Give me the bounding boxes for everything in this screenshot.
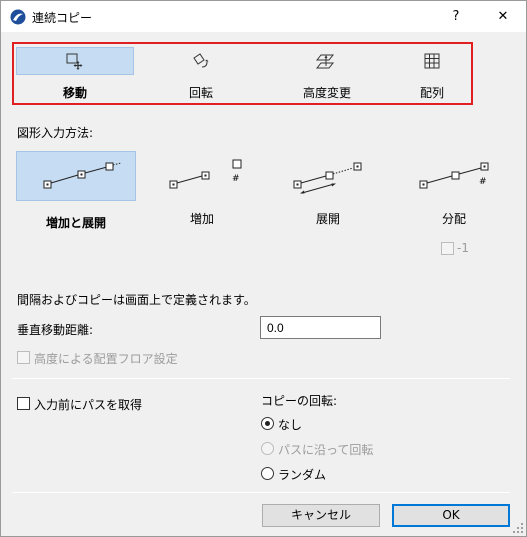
spread-icon <box>293 162 362 194</box>
title-bar: 連続コピー ? ✕ <box>1 1 526 32</box>
separator <box>12 378 510 379</box>
array-grid-icon <box>394 47 470 75</box>
tab-array-label: 配列 <box>419 86 444 100</box>
method-distribute-label: 分配 <box>441 212 466 226</box>
resize-grip-icon[interactable] <box>512 522 524 534</box>
transform-type-tabs: 移動 回転 高度変更 配列 <box>12 42 473 105</box>
tab-elevate-label: 高度変更 <box>302 86 351 100</box>
vertical-distance-input[interactable] <box>260 316 381 339</box>
method-spread-label: 展開 <box>315 212 340 226</box>
tab-array[interactable]: 配列 <box>394 44 470 103</box>
app-logo-icon <box>10 9 26 25</box>
move-icon <box>16 47 134 75</box>
close-button[interactable]: ✕ <box>488 7 518 27</box>
rotation-along-path-label: パスに沿って回転 <box>278 443 374 457</box>
distribute-marker: # <box>479 177 487 187</box>
increment-marker: # <box>232 174 240 184</box>
input-method-label: 図形入力方法: <box>17 126 94 140</box>
method-increment-and-spread-label: 増加と展開 <box>45 216 106 230</box>
rotation-random-radio[interactable] <box>261 467 274 480</box>
tab-move-label: 移動 <box>62 86 87 100</box>
method-spread[interactable] <box>268 151 388 201</box>
vertical-distance-label: 垂直移動距離: <box>17 323 94 337</box>
floor-placement-label: 高度による配置フロア設定 <box>34 352 178 366</box>
minus-one-checkbox[interactable] <box>441 242 454 255</box>
window-title: 連続コピー <box>32 11 93 25</box>
rotation-none-label: なし <box>278 418 303 432</box>
tab-move[interactable]: 移動 <box>16 44 134 103</box>
minus-one-label: -1 <box>457 241 469 255</box>
cancel-button[interactable]: キャンセル <box>262 504 380 527</box>
bottom-separator <box>12 492 510 493</box>
distribute-icon: # <box>419 162 489 189</box>
rotate-icon <box>142 47 260 75</box>
ok-button[interactable]: OK <box>392 504 510 527</box>
floor-placement-checkbox[interactable] <box>17 351 30 364</box>
path-before-input-checkbox[interactable] <box>17 397 30 410</box>
copy-rotation-label: コピーの回転: <box>261 394 338 408</box>
increment-icon: # <box>169 159 242 189</box>
rotation-along-path-radio[interactable] <box>261 442 274 455</box>
rotation-none-radio[interactable] <box>261 417 274 430</box>
tab-rotate-label: 回転 <box>188 86 213 100</box>
method-increment-and-spread[interactable] <box>16 151 136 201</box>
rotation-random-label: ランダム <box>278 468 327 482</box>
method-distribute[interactable]: # <box>394 151 514 201</box>
info-text: 間隔およびコピーは画面上で定義されます。 <box>17 293 256 307</box>
method-increment[interactable]: # <box>142 151 262 201</box>
increment-spread-icon <box>43 162 122 189</box>
tab-elevate[interactable]: 高度変更 <box>268 44 386 103</box>
path-before-input-label: 入力前にパスを取得 <box>34 398 143 412</box>
method-increment-label: 増加 <box>189 212 214 226</box>
elevation-icon <box>268 47 386 75</box>
tab-rotate[interactable]: 回転 <box>142 44 260 103</box>
help-button[interactable]: ? <box>441 7 471 27</box>
